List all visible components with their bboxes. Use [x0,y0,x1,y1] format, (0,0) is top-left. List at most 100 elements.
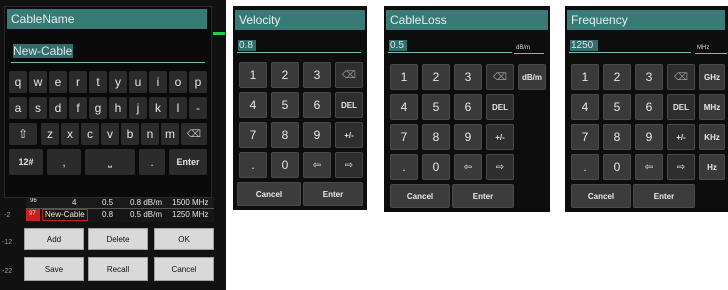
cableloss-key-0-1[interactable]: 2 [422,64,450,90]
velocity-key-2-3[interactable]: +/- [335,122,363,148]
table-row-selected[interactable]: 97 New-Cable 0.8 0.5 dB/m 1250 MHz [26,208,214,222]
cableloss-cancel-button[interactable]: Cancel [390,184,450,208]
velocity-key-3-0[interactable]: . [239,152,267,178]
velocity-key-0-3[interactable]: ⌫ [335,62,363,88]
key-m[interactable]: m [161,123,179,145]
frequency-input[interactable]: 1250 [571,40,593,51]
frequency-key-0-4[interactable]: GHz [699,64,725,90]
velocity-key-0-2[interactable]: 3 [303,62,331,88]
frequency-enter-button[interactable]: Enter [633,184,695,208]
velocity-key-3-2[interactable]: ⇦ [303,152,331,178]
frequency-key-0-0[interactable]: 1 [571,64,599,90]
cableloss-enter-button[interactable]: Enter [452,184,514,208]
cableloss-key-1-0[interactable]: 4 [390,94,418,120]
cableloss-key-0-3[interactable]: ⌫ [486,64,514,90]
cableloss-key-0-0[interactable]: 1 [390,64,418,90]
key-w[interactable]: w [29,71,47,93]
velocity-key-2-0[interactable]: 7 [239,122,267,148]
frequency-key-3-4[interactable]: Hz [699,154,725,180]
velocity-key-2-2[interactable]: 9 [303,122,331,148]
frequency-key-2-0[interactable]: 7 [571,124,599,150]
cableloss-key-2-2[interactable]: 9 [454,124,482,150]
backspace-key[interactable]: ⌫ [181,123,207,145]
key-l[interactable]: l [169,97,187,119]
velocity-key-1-1[interactable]: 5 [271,92,299,118]
frequency-key-2-1[interactable]: 8 [603,124,631,150]
frequency-key-1-0[interactable]: 4 [571,94,599,120]
key-dash[interactable]: - [189,97,207,119]
frequency-key-3-2[interactable]: ⇦ [635,154,663,180]
key-y[interactable]: y [109,71,127,93]
velocity-key-0-1[interactable]: 2 [271,62,299,88]
cableloss-key-1-3[interactable]: DEL [486,94,514,120]
cableloss-key-3-2[interactable]: ⇦ [454,154,482,180]
save-button[interactable]: Save [24,257,84,281]
ok-button[interactable]: OK [154,228,214,250]
key-h[interactable]: h [109,97,127,119]
velocity-key-1-0[interactable]: 4 [239,92,267,118]
frequency-key-1-4[interactable]: MHz [699,94,725,120]
cableloss-key-2-1[interactable]: 8 [422,124,450,150]
cableloss-key-1-2[interactable]: 6 [454,94,482,120]
frequency-key-2-2[interactable]: 9 [635,124,663,150]
frequency-cancel-button[interactable]: Cancel [571,184,631,208]
frequency-key-3-1[interactable]: 0 [603,154,631,180]
cableloss-key-3-1[interactable]: 0 [422,154,450,180]
velocity-key-3-1[interactable]: 0 [271,152,299,178]
cableloss-key-0-4[interactable]: dB/m [518,64,546,90]
velocity-key-0-0[interactable]: 1 [239,62,267,88]
frequency-key-3-0[interactable]: . [571,154,599,180]
frequency-key-0-3[interactable]: ⌫ [667,64,695,90]
key-g[interactable]: g [89,97,107,119]
key-q[interactable]: q [9,71,27,93]
space-key[interactable]: ⎵ [85,149,135,175]
frequency-key-3-3[interactable]: ⇨ [667,154,695,180]
key-s[interactable]: s [29,97,47,119]
key-o[interactable]: o [169,71,187,93]
key-a[interactable]: a [9,97,27,119]
frequency-key-2-3[interactable]: +/- [667,124,695,150]
recall-button[interactable]: Recall [88,257,148,281]
key-j[interactable]: j [129,97,147,119]
velocity-enter-button[interactable]: Enter [303,182,363,206]
velocity-cancel-button[interactable]: Cancel [237,182,301,206]
cable-name-input[interactable]: New-Cable [13,44,72,58]
frequency-key-1-3[interactable]: DEL [667,94,695,120]
velocity-input[interactable]: 0.8 [239,40,253,51]
delete-button[interactable]: Delete [88,228,148,250]
key-v[interactable]: v [101,123,119,145]
velocity-key-3-3[interactable]: ⇨ [335,152,363,178]
key-c[interactable]: c [81,123,99,145]
key-f[interactable]: f [69,97,87,119]
key-e[interactable]: e [49,71,67,93]
key-k[interactable]: k [149,97,167,119]
key-r[interactable]: r [69,71,87,93]
cableloss-key-2-3[interactable]: +/- [486,124,514,150]
key-n[interactable]: n [141,123,159,145]
velocity-key-1-2[interactable]: 6 [303,92,331,118]
cableloss-key-2-0[interactable]: 7 [390,124,418,150]
key-u[interactable]: u [129,71,147,93]
period-key[interactable]: . [139,149,165,175]
enter-key[interactable]: Enter [169,149,207,175]
cableloss-key-3-3[interactable]: ⇨ [486,154,514,180]
key-i[interactable]: i [149,71,167,93]
key-t[interactable]: t [89,71,107,93]
key-b[interactable]: b [121,123,139,145]
key-p[interactable]: p [189,71,207,93]
cancel-button[interactable]: Cancel [154,257,214,281]
frequency-key-1-1[interactable]: 5 [603,94,631,120]
frequency-key-0-1[interactable]: 2 [603,64,631,90]
frequency-key-0-2[interactable]: 3 [635,64,663,90]
add-button[interactable]: Add [24,228,84,250]
velocity-key-2-1[interactable]: 8 [271,122,299,148]
mode-key[interactable]: 12# [9,149,43,175]
shift-key[interactable]: ⇧ [9,123,37,145]
frequency-key-1-2[interactable]: 6 [635,94,663,120]
velocity-key-1-3[interactable]: DEL [335,92,363,118]
key-x[interactable]: x [61,123,79,145]
key-z[interactable]: z [41,123,59,145]
key-d[interactable]: d [49,97,67,119]
cableloss-key-1-1[interactable]: 5 [422,94,450,120]
cableloss-input[interactable]: 0.5 [390,40,404,51]
